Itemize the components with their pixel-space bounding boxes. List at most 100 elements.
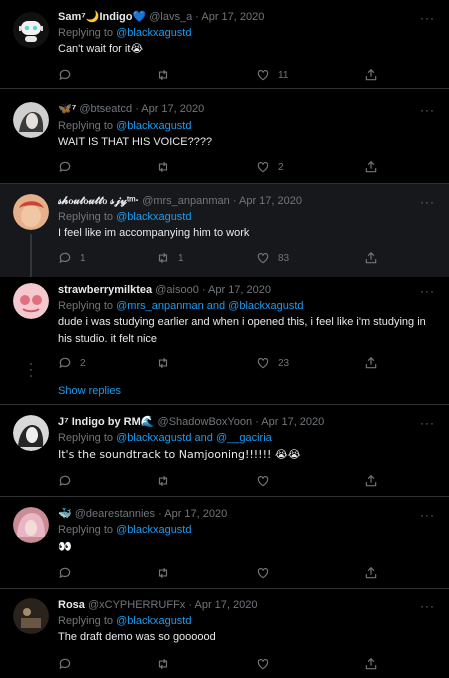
share-button[interactable] xyxy=(364,565,378,581)
user-handle[interactable]: @xCYPHERRUFFx xyxy=(88,599,185,611)
display-name[interactable]: 𝓈𝒽ℴ𝓊𝓉ℴ𝓊𝓉𝓉ℴ 𝓈𝒿𝓎ᵗᵐ· xyxy=(58,195,139,207)
user-handle[interactable]: @dearestannies xyxy=(75,508,155,520)
separator-dot: · xyxy=(232,195,237,207)
user-handle[interactable]: @ShadowBoxYoon xyxy=(158,416,253,428)
avatar[interactable] xyxy=(13,507,49,543)
separator-dot: · xyxy=(195,11,199,23)
tweet-date[interactable]: Apr 17, 2020 xyxy=(201,11,264,23)
share-button[interactable] xyxy=(364,473,378,489)
retweet-icon xyxy=(158,567,168,579)
tweet-text: 👀 xyxy=(58,540,72,553)
avatar[interactable] xyxy=(13,12,49,48)
retweet-icon xyxy=(158,252,168,264)
tweet-text: WAIT IS THAT HIS VOICE???? xyxy=(58,136,213,148)
share-button[interactable] xyxy=(364,250,378,266)
display-name[interactable]: Sam⁷🌙Indigo💙 xyxy=(58,11,146,23)
reply-button[interactable]: 2 xyxy=(58,355,86,371)
tweet-date[interactable]: Apr 17, 2020 xyxy=(141,103,204,115)
tweet-date[interactable]: Apr 17, 2020 xyxy=(195,599,258,611)
retweet-button[interactable] xyxy=(156,656,178,672)
more-icon[interactable]: ··· xyxy=(420,417,435,429)
display-name[interactable]: 🦋⁷ xyxy=(58,103,76,115)
more-icon[interactable]: ··· xyxy=(420,600,435,612)
replying-to-label: Replying to xyxy=(58,432,114,444)
tweet-3[interactable]: 𝓈𝒽ℴ𝓊𝓉ℴ𝓊𝓉𝓉ℴ 𝓈𝒿𝓎ᵗᵐ· @mrs_anpanman · Apr 17… xyxy=(0,184,449,277)
reply-button[interactable] xyxy=(58,473,80,489)
reply-button[interactable]: 1 xyxy=(58,250,86,266)
tweet-date[interactable]: Apr 17, 2020 xyxy=(261,416,324,428)
like-button[interactable] xyxy=(256,565,278,581)
display-name[interactable]: Rosa xyxy=(58,599,85,611)
more-icon[interactable]: ··· xyxy=(420,196,435,208)
reply-mention-link[interactable]: @blackxagustd xyxy=(116,615,191,627)
tweet-date[interactable]: Apr 17, 2020 xyxy=(239,195,302,207)
tweet-2[interactable]: 🦋⁷ @btseatcd · Apr 17, 2020 ··· Replying… xyxy=(0,89,449,183)
retweet-button[interactable] xyxy=(156,473,178,489)
retweet-button[interactable] xyxy=(156,67,178,83)
replying-to-label: Replying to xyxy=(58,120,114,132)
like-button[interactable]: 2 xyxy=(256,159,284,175)
action-bar xyxy=(58,565,388,581)
avatar[interactable] xyxy=(13,598,49,634)
separator-dot: · xyxy=(188,599,193,611)
tweet-4[interactable]: strawberrymilktea @aisoo0 · Apr 17, 2020… xyxy=(0,277,449,404)
like-button[interactable]: 11 xyxy=(256,67,288,83)
share-button[interactable] xyxy=(364,355,378,371)
tweet-7[interactable]: Rosa @xCYPHERRUFFx · Apr 17, 2020 ··· Re… xyxy=(0,589,449,678)
retweet-button[interactable] xyxy=(156,565,178,581)
share-button[interactable] xyxy=(364,67,378,83)
user-handle[interactable]: @aisoo0 xyxy=(155,284,199,296)
user-handle[interactable]: @mrs_anpanman xyxy=(142,195,230,207)
retweet-icon xyxy=(158,475,168,487)
retweet-button[interactable]: 1 xyxy=(156,250,184,266)
like-icon xyxy=(257,162,269,173)
tweet-6[interactable]: 🐳 @dearestannies · Apr 17, 2020 ··· Repl… xyxy=(0,497,449,588)
more-icon[interactable]: ··· xyxy=(420,104,435,116)
tweet-1[interactable]: Sam⁷🌙Indigo💙 @lavs_a · Apr 17, 2020 ··· … xyxy=(0,0,449,88)
display-name[interactable]: strawberrymilktea xyxy=(58,284,152,296)
reply-mention-link[interactable]: @blackxagustd xyxy=(116,27,191,39)
avatar[interactable] xyxy=(13,415,49,451)
reply-button[interactable] xyxy=(58,67,80,83)
like-button[interactable] xyxy=(256,473,278,489)
reply-icon xyxy=(59,161,71,173)
display-name[interactable]: 🐳 xyxy=(58,508,72,520)
user-handle[interactable]: @btseatcd xyxy=(79,103,132,115)
like-button[interactable] xyxy=(256,656,278,672)
replying-to: Replying to @blackxagustd xyxy=(58,119,191,133)
reply-button[interactable] xyxy=(58,656,80,672)
more-icon[interactable]: ··· xyxy=(420,285,435,297)
reply-icon xyxy=(59,567,71,579)
retweet-button[interactable] xyxy=(156,159,178,175)
reply-mention-link[interactable]: @mrs_anpanman and @blackxagustd xyxy=(116,300,303,312)
reply-icon xyxy=(59,357,71,369)
tweet-5[interactable]: J⁷ Indigo by RM🌊 @ShadowBoxYoon · Apr 17… xyxy=(0,405,449,496)
tweet-date[interactable]: Apr 17, 2020 xyxy=(208,284,271,296)
display-name[interactable]: J⁷ Indigo by RM🌊 xyxy=(58,416,154,428)
more-icon[interactable]: ··· xyxy=(420,12,435,24)
reply-count: 2 xyxy=(80,357,86,369)
replying-to: Replying to @blackxagustd xyxy=(58,614,191,628)
reply-mention-link[interactable]: @blackxagustd and @__gaciria xyxy=(116,432,272,444)
avatar[interactable] xyxy=(13,283,49,319)
share-button[interactable] xyxy=(364,656,378,672)
avatar[interactable] xyxy=(13,102,49,138)
reply-button[interactable] xyxy=(58,565,80,581)
share-button[interactable] xyxy=(364,159,378,175)
like-button[interactable]: 23 xyxy=(256,355,289,371)
reply-icon xyxy=(59,69,71,81)
replying-to-label: Replying to xyxy=(58,211,114,223)
reply-mention-link[interactable]: @blackxagustd xyxy=(116,120,191,132)
tweet-date[interactable]: Apr 17, 2020 xyxy=(164,508,227,520)
like-button[interactable]: 83 xyxy=(256,250,289,266)
avatar[interactable] xyxy=(13,194,49,230)
more-icon[interactable]: ··· xyxy=(420,509,435,521)
retweet-button[interactable] xyxy=(156,355,178,371)
replying-to: Replying to @mrs_anpanman and @blackxagu… xyxy=(58,299,304,313)
user-handle[interactable]: @lavs_a xyxy=(149,11,192,23)
reply-button[interactable] xyxy=(58,159,80,175)
retweet-count: 1 xyxy=(178,252,184,264)
reply-mention-link[interactable]: @blackxagustd xyxy=(116,211,191,223)
reply-mention-link[interactable]: @blackxagustd xyxy=(116,524,191,536)
show-replies-link[interactable]: Show replies xyxy=(58,385,121,397)
